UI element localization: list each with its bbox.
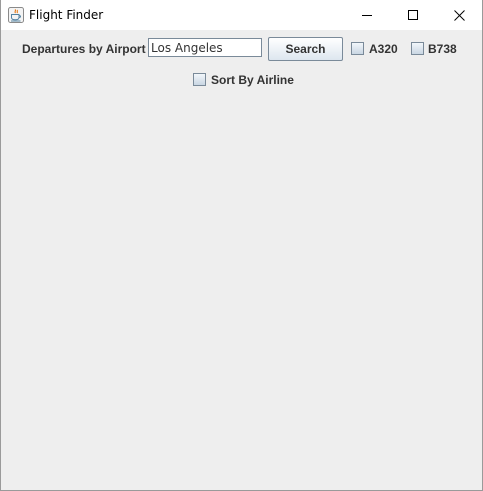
close-icon (453, 9, 465, 21)
b738-checkbox[interactable] (411, 42, 424, 55)
b738-label[interactable]: B738 (428, 42, 457, 56)
sort-by-airline-checkbox[interactable] (193, 73, 206, 86)
airport-input[interactable] (148, 38, 262, 57)
close-button[interactable] (436, 0, 482, 30)
a320-checkbox[interactable] (351, 42, 364, 55)
flight-finder-window: Flight Finder Departures by Airport Sear… (0, 0, 483, 491)
sort-by-airline-label[interactable]: Sort By Airline (211, 73, 294, 87)
sort-row: Sort By Airline (1, 71, 482, 89)
maximize-icon (408, 10, 418, 20)
window-title: Flight Finder (29, 8, 104, 22)
search-button[interactable]: Search (268, 37, 343, 61)
departures-label: Departures by Airport (22, 42, 146, 56)
minimize-button[interactable] (344, 0, 390, 30)
title-bar[interactable]: Flight Finder (1, 0, 482, 30)
maximize-button[interactable] (390, 0, 436, 30)
search-panel: Departures by Airport Search A320 B738 S… (1, 30, 482, 490)
search-row: Departures by Airport Search A320 B738 (1, 37, 482, 61)
java-cup-icon (8, 7, 24, 23)
a320-label[interactable]: A320 (369, 42, 398, 56)
minimize-icon (362, 15, 372, 16)
